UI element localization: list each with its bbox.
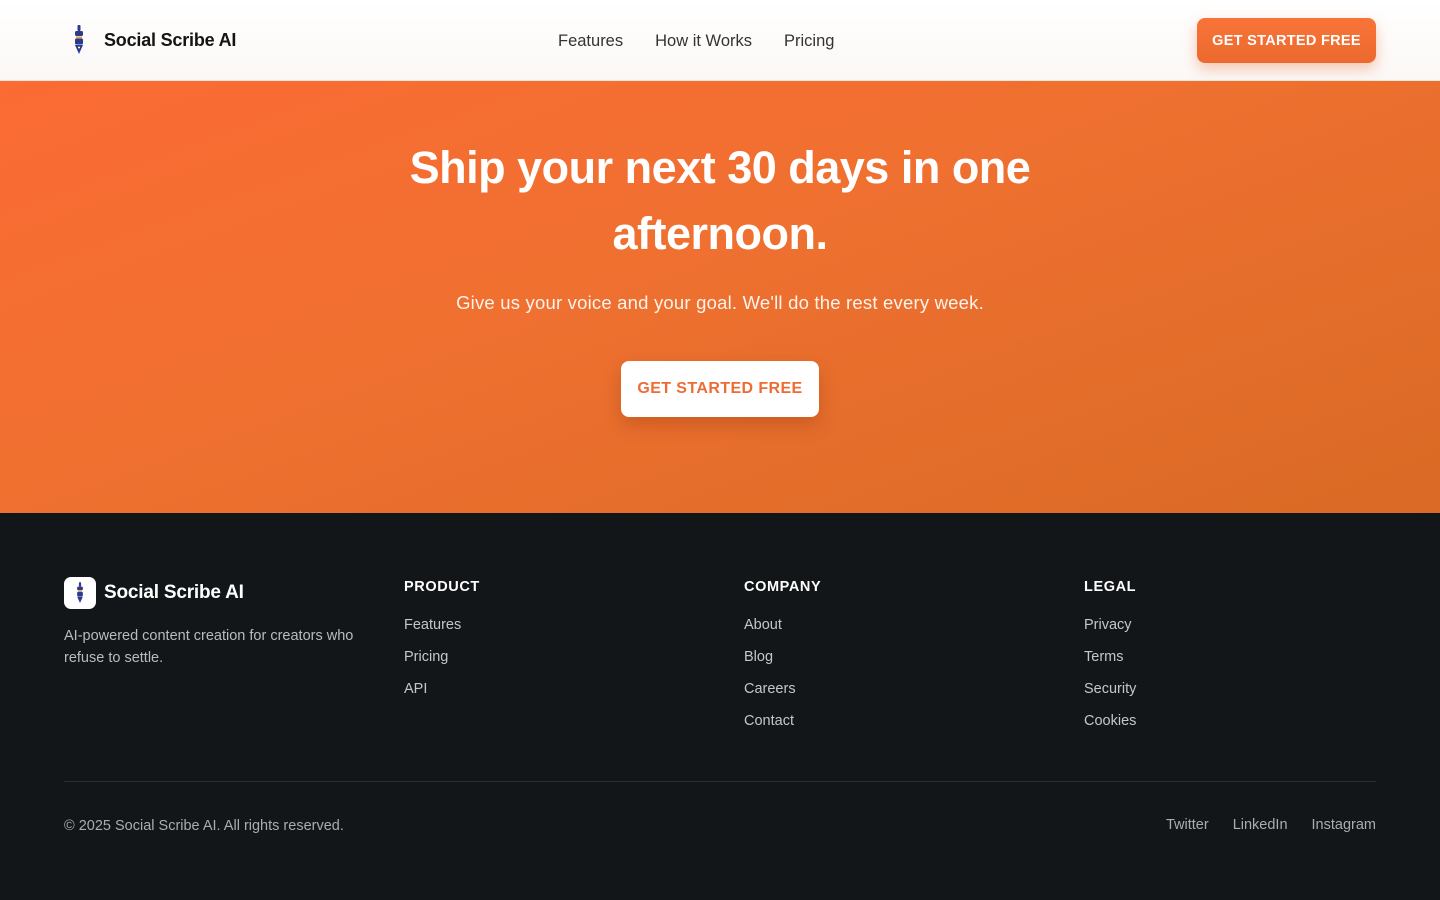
footer-link-features[interactable]: Features bbox=[404, 616, 480, 648]
footer-brand-name: Social Scribe AI bbox=[104, 582, 244, 603]
nav-pricing[interactable]: Pricing bbox=[784, 28, 834, 54]
social-link-instagram[interactable]: Instagram bbox=[1312, 817, 1376, 833]
footer-brand[interactable]: Social Scribe AI bbox=[64, 577, 244, 609]
footer-social-links: Twitter LinkedIn Instagram bbox=[1166, 817, 1376, 833]
social-link-twitter[interactable]: Twitter bbox=[1166, 817, 1209, 833]
nav-how-it-works[interactable]: How it Works bbox=[655, 28, 752, 54]
brand-link[interactable]: Social Scribe AI bbox=[64, 22, 236, 58]
footer-tagline: AI-powered content creation for creators… bbox=[64, 628, 354, 666]
footer-copyright: © 2025 Social Scribe AI. All rights rese… bbox=[64, 818, 344, 834]
hero-subtitle: Give us your voice and your goal. We'll … bbox=[456, 292, 984, 313]
footer-link-terms[interactable]: Terms bbox=[1084, 648, 1136, 680]
nav-features[interactable]: Features bbox=[558, 28, 623, 54]
footer-link-api[interactable]: API bbox=[404, 680, 480, 712]
footer-heading-product: PRODUCT bbox=[404, 579, 480, 595]
footer-heading-legal: LEGAL bbox=[1084, 579, 1137, 595]
footer-link-security[interactable]: Security bbox=[1084, 680, 1136, 712]
hero-title: Ship your next 30 days in one afternoon. bbox=[409, 142, 1031, 259]
main-nav: Features How it Works Pricing bbox=[558, 28, 834, 54]
footer-link-pricing[interactable]: Pricing bbox=[404, 648, 480, 680]
brand-name: Social Scribe AI bbox=[104, 29, 237, 50]
footer-column-legal: LEGAL Privacy Terms Security Cookies bbox=[1084, 579, 1136, 744]
pen-nib-icon bbox=[64, 577, 96, 609]
footer-link-careers[interactable]: Careers bbox=[744, 680, 821, 712]
header-get-started-button[interactable]: GET STARTED FREE bbox=[1197, 18, 1376, 63]
site-footer: Social Scribe AI AI-powered content crea… bbox=[0, 513, 1440, 900]
footer-link-cookies[interactable]: Cookies bbox=[1084, 712, 1136, 744]
site-header: Social Scribe AI Features How it Works P… bbox=[0, 0, 1440, 81]
pen-nib-icon bbox=[64, 22, 94, 58]
hero-get-started-button[interactable]: GET STARTED FREE bbox=[621, 361, 819, 417]
footer-link-contact[interactable]: Contact bbox=[744, 712, 821, 744]
footer-link-privacy[interactable]: Privacy bbox=[1084, 616, 1136, 648]
footer-column-company: COMPANY About Blog Careers Contact bbox=[744, 579, 821, 744]
footer-heading-company: COMPANY bbox=[744, 579, 822, 595]
footer-column-product: PRODUCT Features Pricing API bbox=[404, 579, 480, 712]
hero-section: Ship your next 30 days in one afternoon.… bbox=[0, 81, 1440, 513]
footer-divider bbox=[64, 781, 1376, 782]
social-link-linkedin[interactable]: LinkedIn bbox=[1233, 817, 1288, 833]
footer-link-about[interactable]: About bbox=[744, 616, 821, 648]
footer-link-blog[interactable]: Blog bbox=[744, 648, 821, 680]
